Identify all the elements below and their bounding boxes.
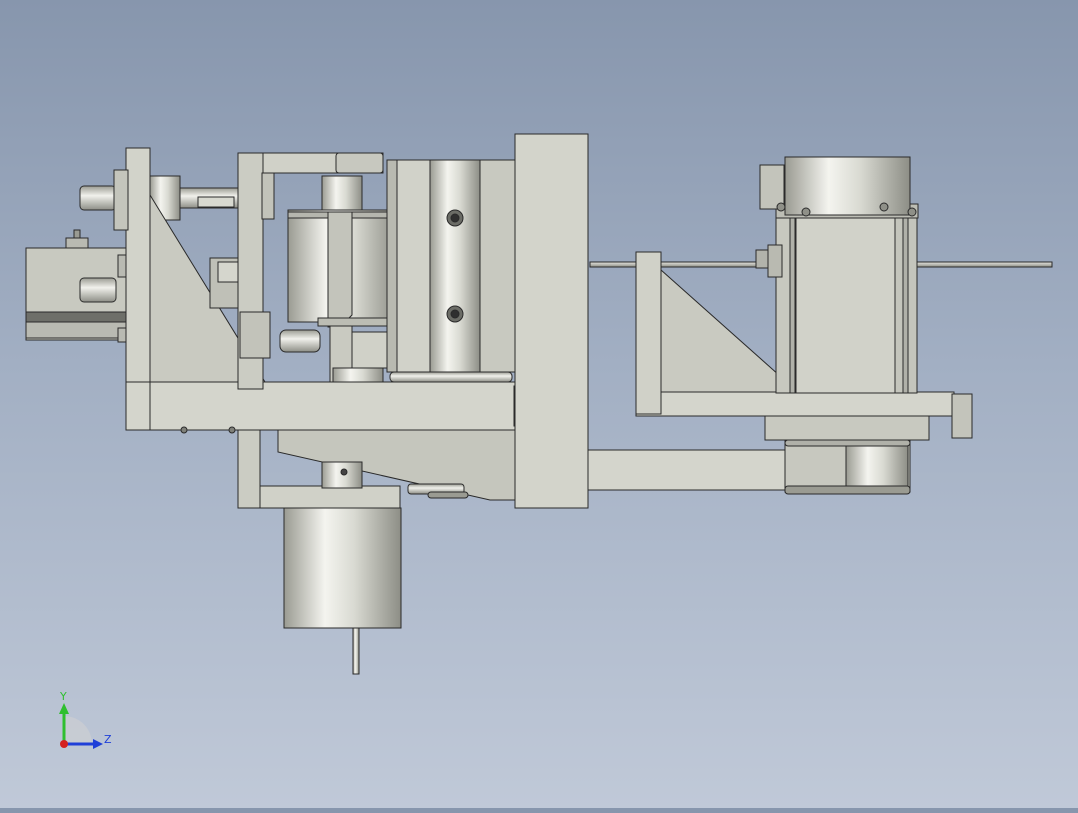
cad-viewport[interactable]: Y Z <box>0 0 1078 808</box>
lower-frame-left <box>237 429 261 509</box>
screw-lower <box>446 305 464 323</box>
axis-triad: Y Z <box>59 690 112 749</box>
y-axis-label: Y <box>59 690 67 703</box>
base-beam <box>125 381 522 431</box>
left-shaft-lower <box>79 277 117 303</box>
y-axis-arrow <box>59 703 69 714</box>
bottom-motor-shaft <box>352 627 360 675</box>
x-axis-marker <box>60 740 68 748</box>
right-motor-cap <box>784 156 911 216</box>
clamp-cylinder <box>429 159 481 373</box>
vertical-rod <box>321 175 363 212</box>
screw-upper <box>446 209 464 227</box>
bottom-motor <box>283 507 402 629</box>
right-base-plate <box>635 391 955 417</box>
z-axis-label: Z <box>104 733 112 746</box>
z-axis-arrow <box>93 739 103 749</box>
assembly-drawing: Y Z <box>25 133 1053 749</box>
right-motor-body <box>794 214 896 394</box>
main-vertical-plate <box>514 133 589 509</box>
